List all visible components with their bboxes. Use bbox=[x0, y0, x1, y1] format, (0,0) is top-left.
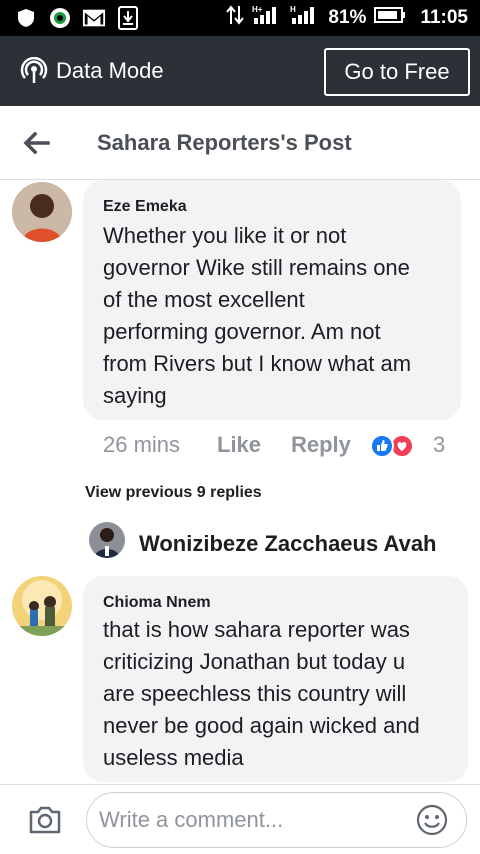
status-bar: H+ H 81% 11:05 bbox=[0, 0, 480, 36]
comment-author[interactable]: Chioma Nnem bbox=[103, 594, 211, 612]
svg-text:H: H bbox=[290, 5, 296, 14]
battery-percent: 81% bbox=[328, 7, 367, 28]
clock: 11:05 bbox=[420, 7, 468, 28]
page-title: Sahara Reporters's Post bbox=[97, 129, 352, 155]
comment-box bbox=[86, 792, 467, 848]
battery-icon bbox=[374, 6, 406, 30]
comment-line: criticizing Jonathan but today u bbox=[103, 649, 406, 674]
reply-button[interactable]: Reply bbox=[291, 432, 351, 458]
comment-bubble: Eze Emeka Whether you like it or not gov… bbox=[83, 180, 461, 420]
signal-icon: H+ bbox=[252, 4, 282, 32]
comment-time: 26 mins bbox=[103, 432, 181, 457]
comment-input[interactable] bbox=[99, 803, 399, 837]
broadcast-icon bbox=[20, 56, 48, 85]
comment-line: saying bbox=[103, 383, 167, 408]
comment-text: that is how sahara reporter was criticiz… bbox=[103, 614, 420, 774]
avatar[interactable] bbox=[12, 576, 72, 636]
back-arrow-icon[interactable] bbox=[22, 128, 52, 158]
data-mode-bar: Data Mode Go to Free bbox=[0, 36, 480, 106]
signal-icon: H bbox=[290, 4, 320, 32]
data-mode-label: Data Mode bbox=[56, 58, 164, 83]
post-header: Sahara Reporters's Post bbox=[0, 106, 480, 180]
svg-text:H+: H+ bbox=[252, 5, 263, 14]
comment-line: useless media bbox=[103, 745, 244, 770]
comment-line: governor Wike still remains one bbox=[103, 255, 410, 280]
comment-line: of the most excellent bbox=[103, 287, 305, 312]
reply-preview-name[interactable]: Wonizibeze Zacchaeus Avah bbox=[139, 531, 437, 557]
comment-composer bbox=[0, 784, 480, 854]
go-to-free-button[interactable]: Go to Free bbox=[324, 48, 470, 96]
comment-line: never be good again wicked and bbox=[103, 713, 420, 738]
like-button[interactable]: Like bbox=[217, 432, 261, 458]
reactions-icon[interactable] bbox=[369, 433, 417, 459]
comment-line: from Rivers but I know what am bbox=[103, 351, 412, 376]
smiley-icon[interactable] bbox=[416, 804, 448, 836]
gmail-icon bbox=[82, 6, 106, 30]
comment-line: performing governor. Am not bbox=[103, 319, 381, 344]
reaction-count: 3 bbox=[433, 432, 446, 457]
comment-line: that is how sahara reporter was bbox=[103, 617, 410, 642]
avatar[interactable] bbox=[89, 522, 125, 558]
data-transfer-icon bbox=[226, 4, 245, 32]
download-icon bbox=[116, 6, 140, 30]
comment-author[interactable]: Eze Emeka bbox=[103, 198, 187, 216]
comment-text: Whether you like it or not governor Wike… bbox=[103, 220, 411, 412]
camera-icon[interactable] bbox=[28, 805, 62, 835]
comment-line: Whether you like it or not bbox=[103, 223, 347, 248]
comment-bubble: Chioma Nnem that is how sahara reporter … bbox=[83, 576, 468, 782]
comment-line: are speechless this country will bbox=[103, 681, 407, 706]
avatar[interactable] bbox=[12, 182, 72, 242]
location-icon bbox=[48, 6, 72, 30]
view-previous-replies[interactable]: View previous 9 replies bbox=[85, 484, 262, 502]
shield-icon bbox=[14, 6, 38, 30]
